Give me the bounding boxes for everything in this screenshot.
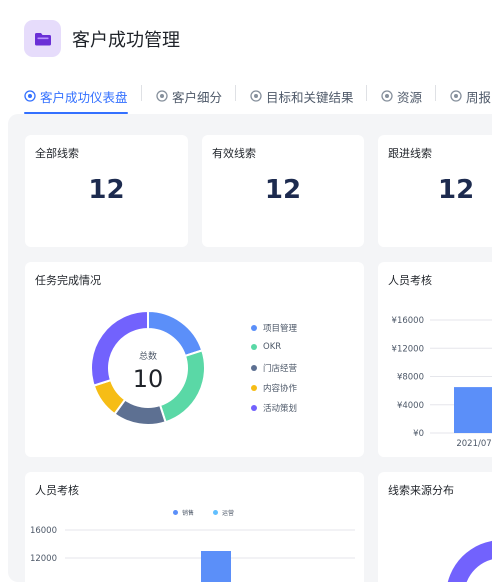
tab-customer-segment[interactable]: 客户细分 [156, 82, 222, 110]
legend-item[interactable]: 项目管理 [251, 322, 297, 334]
legend-label: 内容协作 [263, 384, 298, 394]
legend-label: 项目管理 [263, 324, 298, 334]
donut-center-value: 10 [132, 365, 164, 393]
tab-divider [235, 85, 236, 101]
tab-label: 周报 [466, 89, 492, 105]
people-assessment-card-2[interactable]: 人员考核 销售 运营 16000 12000 [25, 472, 364, 582]
stat-value: 12 [438, 175, 475, 205]
folder-icon [34, 32, 51, 45]
eye-icon [24, 90, 36, 102]
people-assessment-card[interactable]: 人员考核 ¥16000 ¥12000 ¥8000 ¥4000 ¥0 2021/07 [378, 262, 492, 457]
task-completion-card[interactable]: 任务完成情况 总数 10 项目管理 OKR 门店经营 内容协作 活动策划 [25, 262, 364, 457]
y-tick-label: ¥12000 [392, 344, 424, 354]
page-title: 客户成功管理 [72, 30, 180, 51]
tab-label: 客户细分 [172, 89, 223, 105]
legend-label: 活动策划 [263, 404, 298, 414]
tab-label: 目标和关键结果 [266, 89, 354, 105]
y-tick-label: ¥16000 [392, 316, 424, 326]
y-tick-label: ¥4000 [397, 401, 424, 411]
app-header: 客户成功管理 [0, 0, 492, 76]
legend-item[interactable]: 活动策划 [251, 402, 297, 414]
tab-dashboard[interactable]: 客户成功仪表盘 [24, 82, 128, 110]
legend-item[interactable]: 内容协作 [251, 382, 297, 394]
legend-dot [251, 365, 257, 371]
y-tick-label: 12000 [30, 554, 57, 564]
legend-dot [251, 385, 257, 391]
tab-weekly-report[interactable]: 周报 [450, 82, 491, 110]
legend-dot [251, 325, 257, 331]
y-tick-label: 16000 [30, 526, 57, 536]
eye-icon [250, 90, 262, 102]
tab-okr[interactable]: 目标和关键结果 [250, 82, 354, 110]
legend-label: OKR [263, 342, 282, 352]
bar-chart: ¥16000 ¥12000 ¥8000 ¥4000 ¥0 2021/07 [392, 316, 492, 449]
stat-card-all-leads[interactable]: 全部线索 12 [25, 135, 188, 247]
bar[interactable] [201, 551, 231, 582]
legend-item[interactable]: 门店经营 [251, 362, 297, 374]
donut-segment [447, 540, 492, 582]
x-tick-label: 2021/07 [456, 439, 491, 449]
donut-chart [90, 309, 206, 426]
tab-label: 客户成功仪表盘 [40, 89, 128, 105]
stat-card-valid-leads[interactable]: 有效线索 12 [202, 135, 364, 247]
bar[interactable] [454, 387, 492, 433]
legend-dot [251, 344, 257, 350]
eye-icon [450, 90, 462, 102]
eye-icon [156, 90, 168, 102]
legend-label: 门店经营 [263, 364, 298, 374]
tab-resources[interactable]: 资源 [381, 82, 422, 110]
stat-card-followup-leads[interactable]: 跟进线索 12 [378, 135, 492, 247]
eye-icon [381, 90, 393, 102]
stat-title: 全部线索 [35, 147, 79, 160]
lead-source-card[interactable]: 线索来源分布 [378, 472, 492, 582]
tab-bar: 客户成功仪表盘 客户细分 目标和关键结果 资源 周报 [0, 76, 492, 116]
y-tick-label: ¥8000 [397, 373, 424, 383]
stat-value: 12 [88, 175, 125, 205]
tab-divider [141, 85, 142, 101]
bar-chart: 16000 12000 [30, 526, 355, 582]
stat-title: 跟进线索 [388, 147, 432, 160]
legend-item[interactable]: OKR [251, 342, 281, 352]
tab-divider [366, 85, 367, 101]
legend-dot [251, 405, 257, 411]
y-tick-label: ¥0 [413, 429, 424, 439]
stat-title: 有效线索 [212, 147, 256, 160]
source-donut-chart [447, 540, 492, 582]
stat-value: 12 [264, 175, 302, 205]
dashboard-area: 全部线索 12 有效线索 12 跟进线索 12 任务完成情况 总数 10 项目管… [8, 114, 492, 582]
tab-label: 资源 [397, 89, 423, 105]
donut-center-label: 总数 [138, 352, 157, 362]
app-icon [24, 20, 61, 57]
tab-divider [435, 85, 436, 101]
